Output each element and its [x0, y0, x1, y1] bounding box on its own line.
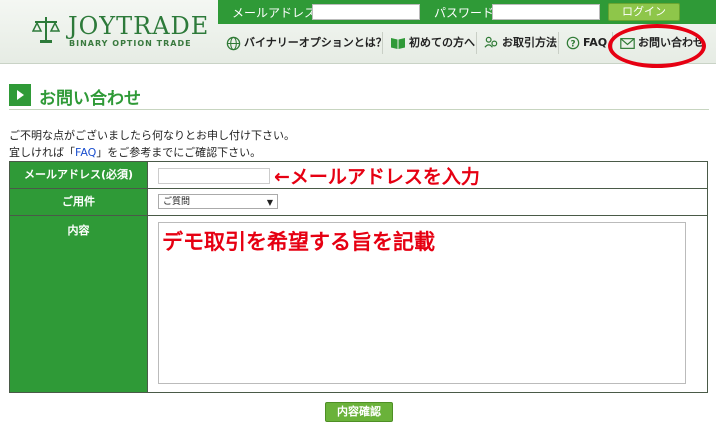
subject-select-value: ご質問 [163, 197, 191, 207]
logo-subtitle: BINARY OPTION TRADE [69, 39, 192, 48]
nav-divider [476, 32, 477, 54]
password-label: パスワード [434, 6, 495, 20]
confirm-button[interactable]: 内容確認 [325, 402, 393, 422]
people-icon [484, 36, 498, 48]
subject-field-label: ご用件 [10, 189, 148, 215]
description-line-2: 宜しければ「FAQ」をご参考までにご確認下さい。 [9, 144, 261, 160]
faq-link[interactable]: FAQ [75, 146, 96, 159]
email-label: メールアドレス [232, 6, 317, 20]
nav-item-beginners[interactable]: 初めての方へ [390, 24, 475, 62]
description-line-1: ご不明な点がございましたら何なりとお申し付け下さい。 [9, 129, 295, 142]
description-text: 宜しければ「 [9, 146, 75, 159]
logo[interactable]: JOYTRADE BINARY OPTION TRADE [32, 12, 208, 52]
site-header: JOYTRADE BINARY OPTION TRADE メールアドレス パスワ… [0, 0, 716, 64]
login-email-input[interactable] [312, 4, 420, 20]
content-annotation: デモ取引を希望する旨を記載 [162, 230, 435, 254]
nav-item-about[interactable]: バイナリーオプションとは？ [226, 24, 387, 62]
subject-select[interactable]: ご質問 ▼ [158, 194, 278, 209]
email-field-label: メールアドレス(必須) [10, 162, 148, 188]
login-bar: メールアドレス パスワード ログイン [218, 0, 716, 24]
play-icon [9, 84, 31, 106]
logo-name: JOYTRADE [68, 12, 210, 40]
dropdown-arrow-icon: ▼ [266, 198, 273, 207]
content-field-label: 内容 [10, 216, 148, 392]
nav-item-trading[interactable]: お取引方法 [484, 24, 557, 62]
nav-item-label: 初めての方へ [409, 36, 475, 49]
nav-divider [382, 32, 383, 54]
page-title: お問い合わせ [39, 89, 141, 109]
email-annotation: ←メールアドレスを入力 [274, 166, 480, 188]
email-input[interactable] [158, 168, 270, 184]
nav-item-label: お取引方法 [502, 36, 557, 49]
nav-item-faq[interactable]: ? FAQ [566, 24, 607, 62]
book-icon [391, 37, 405, 49]
question-icon: ? [566, 36, 580, 50]
contact-form: メールアドレス(必須) ご用件 内容 ご質問 ▼ ←メールアドレスを入力 デモ取… [9, 161, 708, 393]
globe-icon [226, 36, 241, 50]
page-title-row: お問い合わせ [9, 84, 709, 110]
title-divider [9, 109, 709, 110]
nav-item-label: バイナリーオプションとは？ [244, 36, 387, 49]
description-text: 」をご参考までにご確認下さい。 [96, 146, 262, 159]
svg-text:?: ? [570, 40, 575, 50]
nav-divider [558, 32, 559, 54]
login-button[interactable]: ログイン [608, 3, 680, 21]
nav-item-label: FAQ [583, 36, 608, 49]
highlight-circle [608, 24, 706, 68]
scale-icon [32, 17, 60, 43]
login-password-input[interactable] [492, 4, 600, 20]
